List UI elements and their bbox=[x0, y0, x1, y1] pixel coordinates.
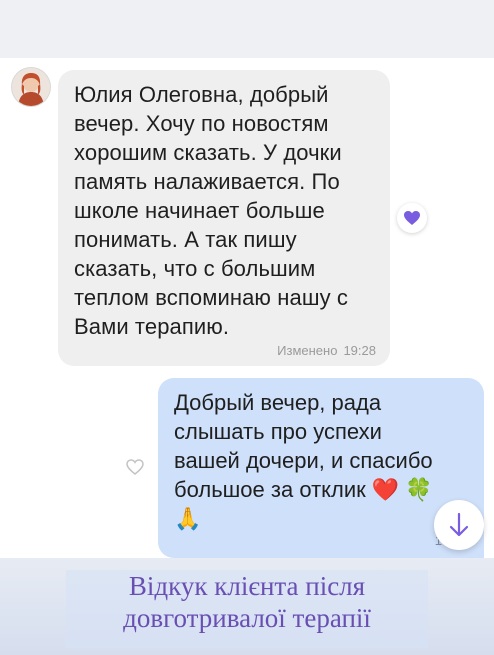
incoming-message-bubble[interactable]: Юлия Олеговна, добрый вечер. Хочу по нов… bbox=[58, 70, 390, 366]
outgoing-message-text: Добрый вечер, рада слышать про успехи ва… bbox=[174, 390, 433, 531]
avatar-portrait-icon bbox=[12, 68, 50, 106]
heart-clover-emoji: ❤️ 🍀 bbox=[371, 477, 433, 502]
heart-outline-icon bbox=[126, 459, 144, 475]
reaction-badge[interactable] bbox=[397, 203, 427, 233]
top-strip bbox=[0, 0, 494, 58]
incoming-message-meta: Изменено 19:28 bbox=[277, 343, 376, 358]
arrow-down-icon bbox=[449, 512, 469, 537]
incoming-timestamp: 19:28 bbox=[343, 343, 376, 358]
edited-label: Изменено bbox=[277, 343, 338, 358]
caption-box: Відкук клієнта після довготривалої терап… bbox=[66, 570, 428, 648]
caption-line-2: довготривалої терапії bbox=[123, 603, 371, 633]
purple-heart-icon bbox=[404, 211, 420, 225]
caption-line-1: Відкук клієнта після bbox=[128, 571, 366, 601]
avatar[interactable] bbox=[12, 68, 50, 106]
scroll-down-button[interactable] bbox=[434, 500, 484, 550]
react-button[interactable] bbox=[124, 456, 146, 478]
incoming-message-text: Юлия Олеговна, добрый вечер. Хочу по нов… bbox=[74, 82, 348, 339]
praying-hands-emoji: 🙏 bbox=[174, 506, 202, 531]
